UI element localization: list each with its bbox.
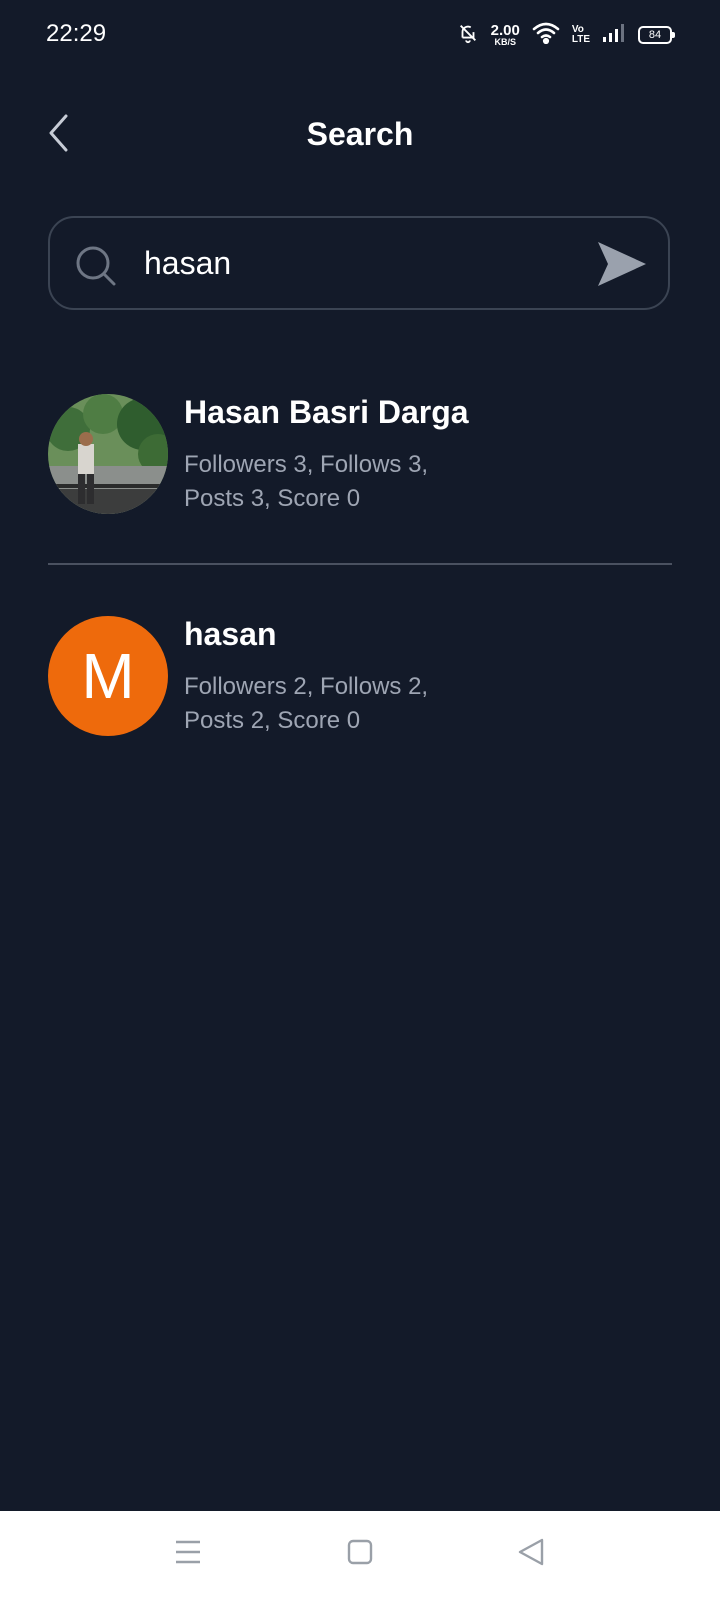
search-icon xyxy=(74,244,118,293)
search-input[interactable] xyxy=(144,238,564,288)
avatar-photo xyxy=(48,394,168,514)
search-bar xyxy=(48,216,670,310)
menu-icon[interactable] xyxy=(174,1537,202,1572)
send-button[interactable] xyxy=(596,240,648,293)
back-triangle-icon[interactable] xyxy=(516,1537,546,1572)
page-title: Search xyxy=(306,116,414,152)
status-icons: 2.00 KB/S Vo LTE 84 xyxy=(457,20,675,50)
result-name: hasan xyxy=(184,616,277,652)
net-speed: 2.00 KB/S xyxy=(490,22,520,47)
result-item[interactable]: M hasan Followers 2, Follows 2, Posts 2,… xyxy=(48,616,672,746)
bell-off-icon xyxy=(457,22,479,49)
result-stats: Followers 3, Follows 3, Posts 3, Score 0 xyxy=(184,451,429,512)
send-icon xyxy=(598,242,646,286)
volte-indicator: Vo LTE xyxy=(571,24,590,45)
status-time: 22:29 xyxy=(46,20,107,47)
wifi-icon xyxy=(532,22,560,49)
home-square-icon[interactable] xyxy=(347,1537,373,1572)
divider xyxy=(48,563,672,565)
result-stats: Followers 2, Follows 2, Posts 2, Score 0 xyxy=(184,673,429,734)
result-item[interactable]: Hasan Basri Darga Followers 3, Follows 3… xyxy=(48,394,672,524)
status-bar: 22:29 2.00 KB/S Vo LTE 84 xyxy=(0,0,720,72)
signal-icon xyxy=(602,23,626,48)
result-name: Hasan Basri Darga xyxy=(184,394,469,430)
system-nav-bar xyxy=(0,1511,720,1600)
avatar-initial: M xyxy=(48,616,168,736)
battery-icon: 84 xyxy=(638,26,675,44)
